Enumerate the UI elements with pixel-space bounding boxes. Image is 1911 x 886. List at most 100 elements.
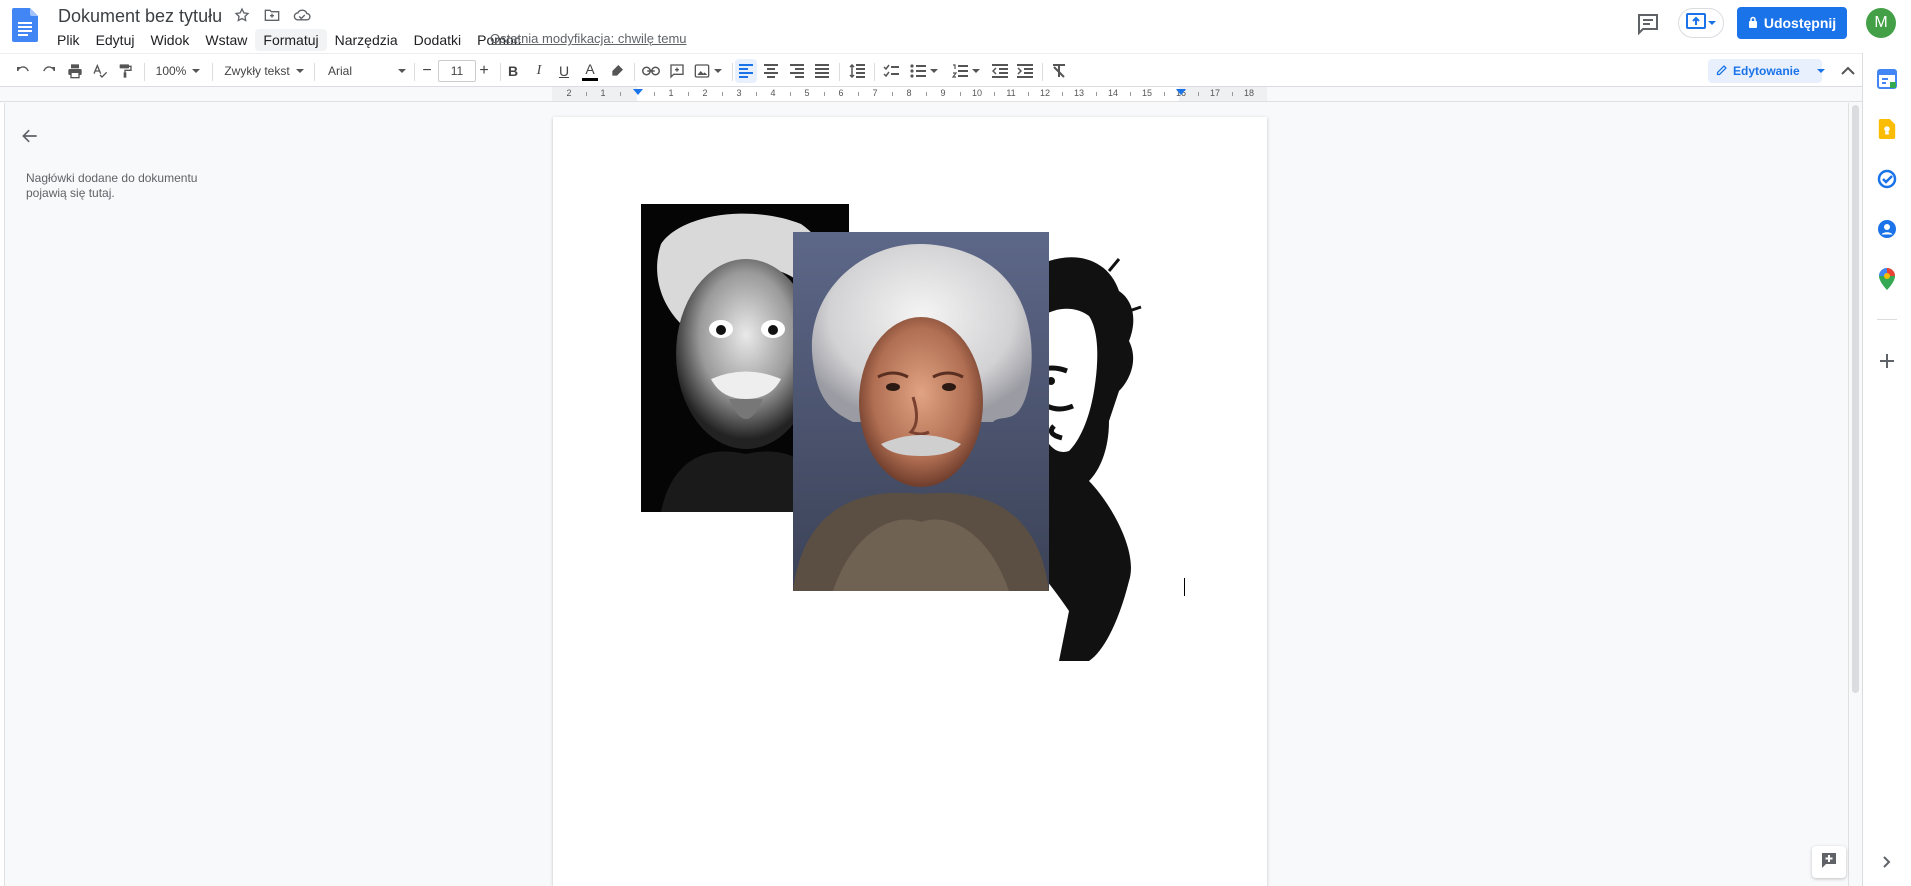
font-select[interactable]: Arial (324, 59, 410, 83)
align-right-icon[interactable] (786, 59, 808, 83)
checklist-icon[interactable] (880, 59, 902, 83)
ruler-tick-label: 1 (668, 88, 674, 98)
add-comment-icon[interactable] (666, 59, 688, 83)
contacts-icon[interactable] (1876, 218, 1898, 240)
chevron-down-icon (972, 69, 980, 73)
ruler-tick (1096, 92, 1097, 96)
document-page[interactable] (553, 117, 1267, 886)
right-indent-marker[interactable] (1176, 89, 1186, 95)
move-folder-icon[interactable] (262, 5, 282, 25)
bold-button[interactable]: B (502, 59, 524, 83)
ruler-tick-label: 9 (940, 88, 946, 98)
einstein-color-portrait[interactable] (793, 232, 1049, 591)
calendar-icon[interactable] (1876, 68, 1898, 90)
menu-addons[interactable]: Dodatki (406, 29, 469, 51)
ruler-tick (620, 92, 621, 96)
maps-icon[interactable] (1876, 268, 1898, 290)
vertical-scrollbar[interactable] (1848, 103, 1862, 886)
ruler-tick-label: 2 (566, 88, 572, 98)
ruler-tick (756, 92, 757, 96)
bulleted-list-icon (910, 64, 926, 78)
ruler-tick-label: 1 (600, 88, 606, 98)
explore-button[interactable] (1812, 846, 1846, 878)
docs-logo-icon[interactable] (12, 8, 38, 42)
menu-view[interactable]: Widok (142, 29, 197, 51)
numbered-list-button[interactable] (949, 59, 983, 83)
paint-format-icon[interactable] (114, 59, 136, 83)
menu-format[interactable]: Formatuj (255, 29, 327, 51)
comment-history-icon[interactable] (1636, 12, 1660, 36)
align-left-icon[interactable] (735, 59, 757, 83)
ruler-tick-label: 12 (1039, 88, 1050, 98)
paragraph-style-value: Zwykły tekst (224, 64, 290, 78)
add-icon[interactable] (1876, 350, 1898, 372)
star-icon[interactable] (232, 5, 252, 25)
undo-icon[interactable] (12, 59, 34, 83)
chevron-down-icon (1708, 21, 1716, 25)
paragraph-style-select[interactable]: Zwykły tekst (222, 59, 306, 83)
font-value: Arial (328, 64, 353, 78)
redo-icon[interactable] (38, 59, 60, 83)
align-justify-icon[interactable] (811, 59, 833, 83)
menu-tools[interactable]: Narzędzia (327, 29, 406, 51)
editing-mode-select[interactable]: Edytowanie (1708, 59, 1825, 83)
italic-button[interactable]: I (528, 59, 550, 83)
ruler-tick-label: 5 (804, 88, 810, 98)
ruler-tick-label: 18 (1243, 88, 1254, 98)
spellcheck-icon[interactable] (89, 59, 111, 83)
decrease-indent-icon[interactable] (989, 59, 1011, 83)
insert-link-icon[interactable] (640, 59, 662, 83)
chevron-down-icon (398, 69, 406, 73)
ruler-tick (688, 92, 689, 96)
numbered-list-icon (952, 64, 968, 78)
collapse-menus-icon[interactable] (1836, 59, 1860, 83)
horizontal-ruler[interactable]: 2 1 1 2 3 4 5 6 7 8 9 10 11 12 13 14 15 16 17 18 (0, 87, 1862, 102)
share-label: Udostępnij (1763, 15, 1837, 31)
ruler-tick-label: 4 (770, 88, 776, 98)
text-color-button[interactable]: A (579, 59, 601, 83)
ruler-tick (892, 92, 893, 96)
cloud-saved-icon[interactable] (292, 5, 312, 25)
increase-indent-icon[interactable] (1014, 59, 1036, 83)
menu-bar: Plik Edytuj Widok Wstaw Formatuj Narzędz… (49, 29, 529, 51)
underline-button[interactable]: U (553, 59, 575, 83)
menu-edit[interactable]: Edytuj (88, 29, 143, 51)
ruler-tick (926, 92, 927, 96)
last-modified-link[interactable]: Ostatnia modyfikacja: chwilę temu (490, 31, 687, 46)
ruler-tick (1062, 92, 1063, 96)
ruler-tick (1130, 92, 1131, 96)
chevron-down-icon (295, 69, 304, 73)
highlight-color-icon[interactable] (606, 59, 628, 83)
decrease-font-size-button[interactable]: − (417, 59, 437, 83)
print-icon[interactable] (64, 59, 86, 83)
ruler-tick (586, 92, 587, 96)
left-indent-marker[interactable] (633, 89, 643, 95)
clear-formatting-icon[interactable] (1048, 59, 1070, 83)
menu-insert[interactable]: Wstaw (197, 29, 255, 51)
chevron-down-icon (192, 69, 201, 73)
ruler-tick-label: 11 (1006, 88, 1016, 98)
insert-image-button[interactable] (692, 59, 724, 83)
chevron-down-icon (1816, 69, 1825, 73)
line-spacing-icon[interactable] (846, 59, 868, 83)
bulleted-list-button[interactable] (907, 59, 941, 83)
app-header: Dokument bez tytułu Plik Edytuj Widok Ws… (0, 0, 1911, 53)
keep-icon[interactable] (1876, 118, 1898, 140)
align-center-icon[interactable] (760, 59, 782, 83)
ruler-tick-label: 3 (736, 88, 742, 98)
editing-mode-label: Edytowanie (1733, 64, 1800, 78)
ruler-tick (722, 92, 723, 96)
chevron-right-icon[interactable] (1876, 851, 1898, 873)
close-outline-arrow-icon[interactable] (20, 126, 42, 148)
avatar[interactable]: M (1866, 8, 1896, 38)
increase-font-size-button[interactable]: + (474, 59, 494, 83)
present-button[interactable] (1678, 8, 1724, 38)
tasks-icon[interactable] (1876, 168, 1898, 190)
font-size-input[interactable]: 11 (438, 60, 476, 82)
scrollbar-thumb[interactable] (1852, 105, 1859, 693)
share-button[interactable]: Udostępnij (1737, 7, 1847, 39)
menu-file[interactable]: Plik (49, 29, 88, 51)
zoom-select[interactable]: 100% (152, 59, 204, 83)
image-icon (694, 63, 710, 79)
document-title[interactable]: Dokument bez tytułu (56, 4, 224, 28)
